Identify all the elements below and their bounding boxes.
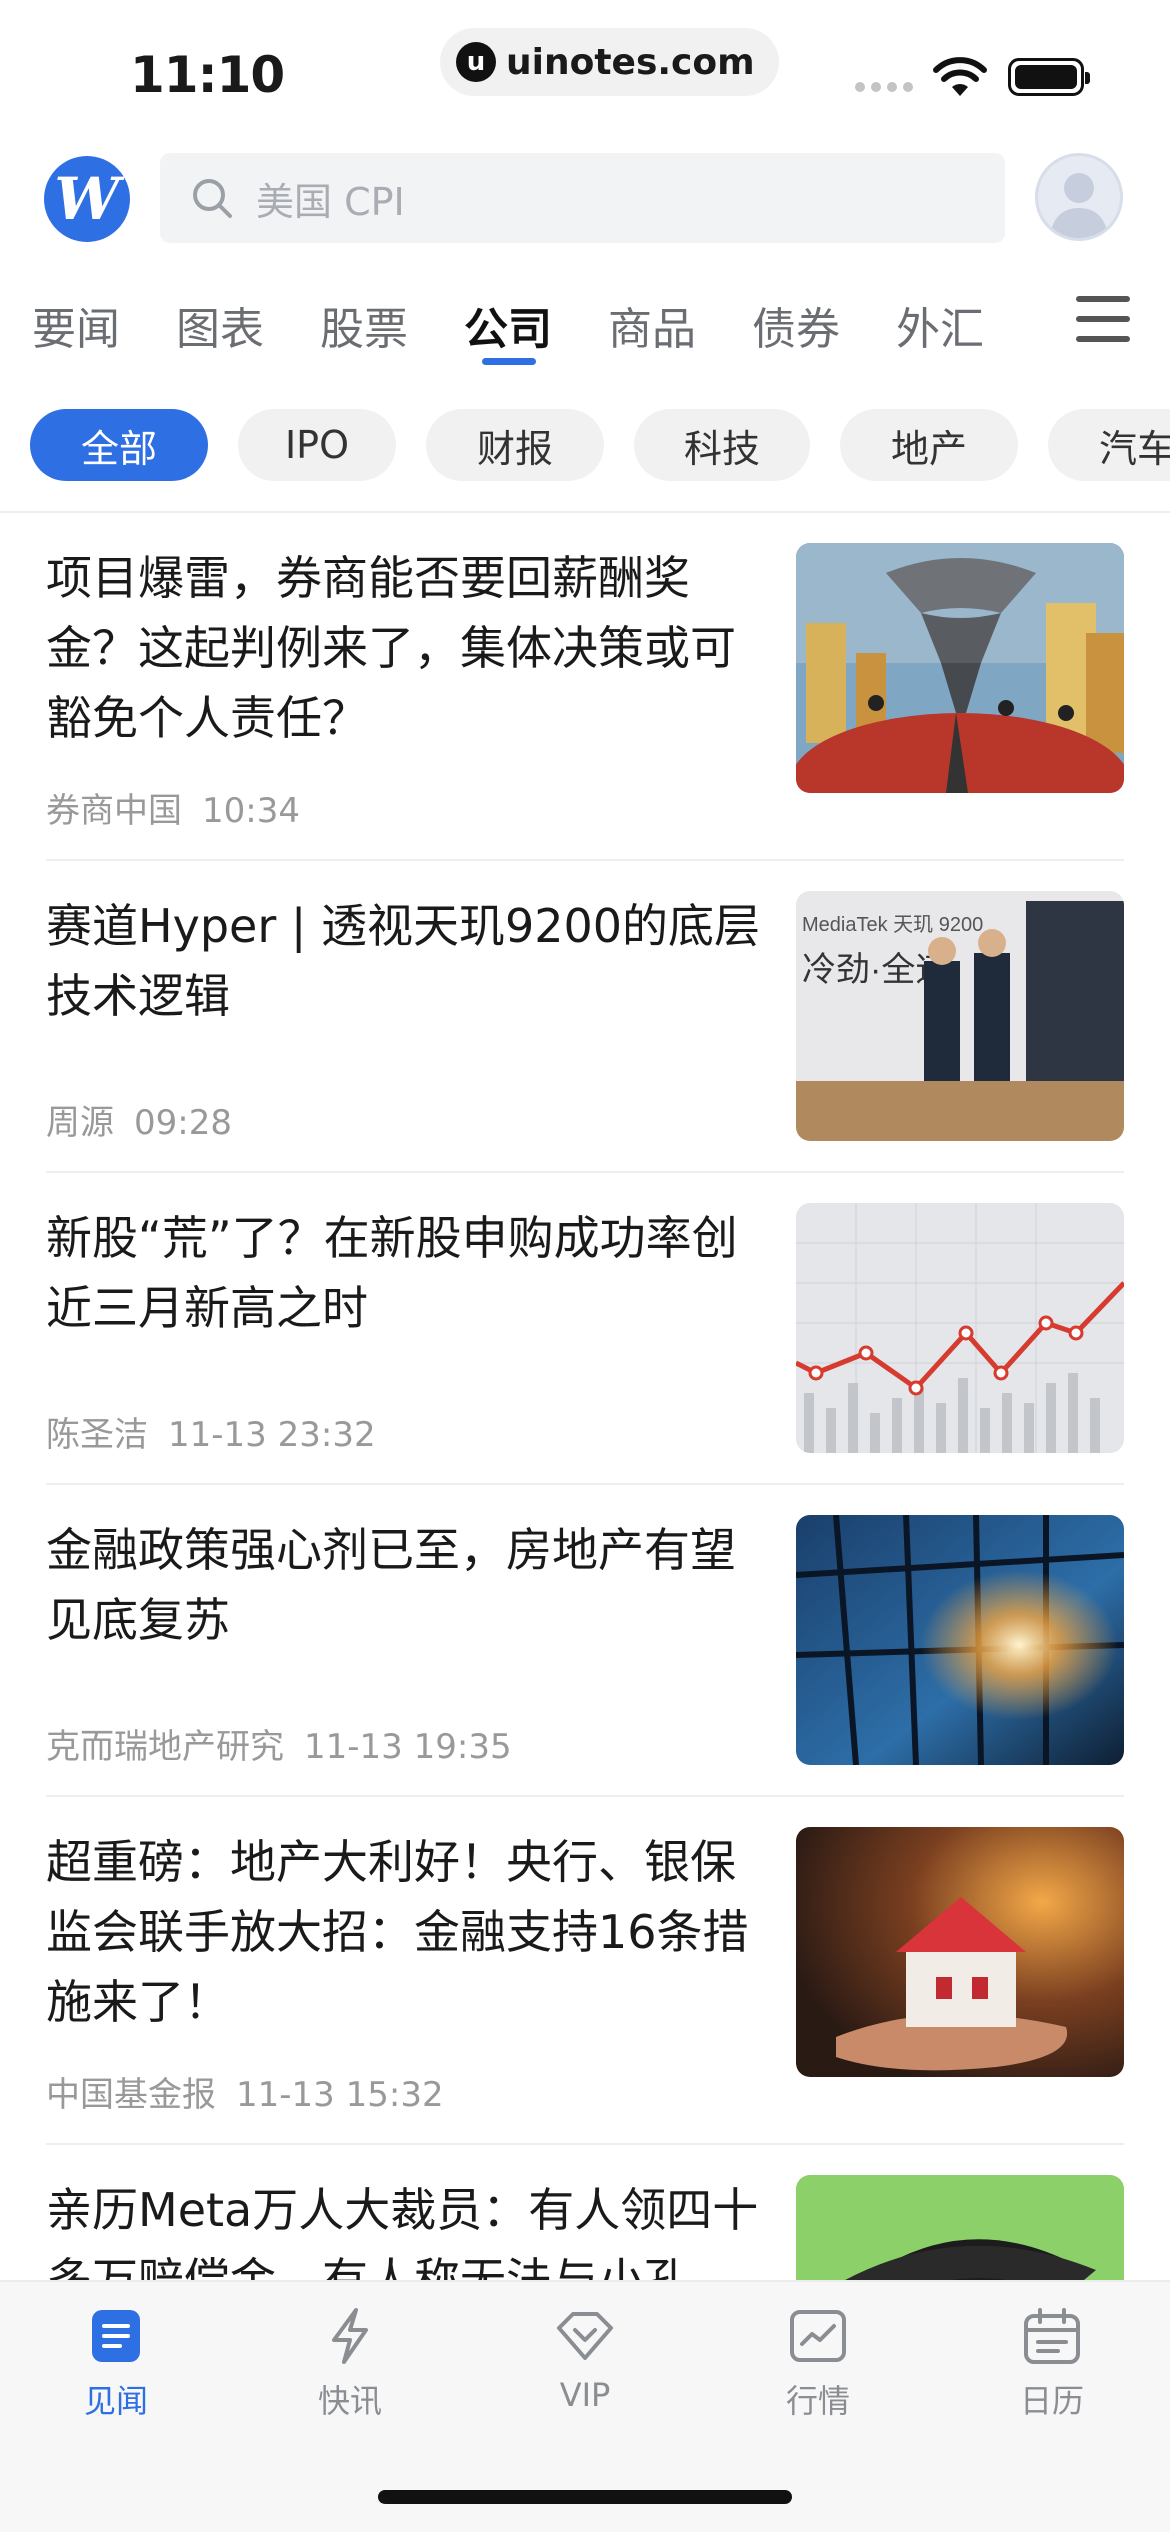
tab-waihui[interactable]: 外汇 xyxy=(896,293,984,357)
chip-tech[interactable]: 科技 xyxy=(634,409,810,481)
battery-icon xyxy=(1008,58,1090,96)
article-item[interactable]: 赛道Hyper | 透视天玑9200的底层技术逻辑 周源 09:28 MediaT… xyxy=(0,861,1170,1173)
menu-icon[interactable] xyxy=(1076,296,1130,342)
nav-vip[interactable]: VIP xyxy=(505,2306,665,2414)
tab-gupiao[interactable]: 股票 xyxy=(320,293,408,357)
url-pill: u uinotes.com xyxy=(440,28,779,96)
article-thumbnail xyxy=(796,2175,1124,2280)
chip-all[interactable]: 全部 xyxy=(30,409,208,481)
search-input[interactable]: 美国 CPI xyxy=(160,153,1005,243)
search-icon xyxy=(193,179,232,218)
article-thumbnail: MediaTek 天玑 9200 冷劲·全速 xyxy=(796,891,1124,1141)
lightning-icon xyxy=(332,2308,368,2364)
article-time: 09:28 xyxy=(134,1103,232,1143)
status-bar: 11:10 u uinotes.com xyxy=(0,0,1170,140)
signal-dots-icon xyxy=(855,82,913,92)
article-meta: 周源 09:28 xyxy=(46,1095,232,1144)
home-indicator[interactable] xyxy=(378,2490,792,2504)
nav-calendar[interactable]: 日历 xyxy=(972,2306,1132,2422)
article-time: 11-13 23:32 xyxy=(168,1415,376,1455)
status-time: 11:10 xyxy=(130,46,285,104)
article-title: 超重磅：地产大利好！央行、银保监会联手放大招：金融支持16条措施来了！ xyxy=(46,1835,749,2029)
tab-zhaiquan[interactable]: 债券 xyxy=(752,293,840,357)
market-chart-icon xyxy=(790,2310,846,2362)
site-logo-icon: u xyxy=(456,42,496,82)
article-time: 10:34 xyxy=(202,791,300,831)
active-tab-indicator xyxy=(482,358,536,365)
wifi-icon xyxy=(933,57,987,96)
chip-auto[interactable]: 汽车 xyxy=(1048,409,1170,481)
article-feed: 项目爆雷，券商能否要回薪酬奖金？这起判例来了，集体决策或可豁免个人责任？ 券商中… xyxy=(0,513,1170,2280)
url-text: uinotes.com xyxy=(506,41,755,83)
article-title: 赛道Hyper | 透视天玑9200的底层技术逻辑 xyxy=(46,899,761,1023)
category-tabs: 要闻 图表 股票 公司 商品 债券 外汇 xyxy=(0,285,1170,365)
nav-flash[interactable]: 快讯 xyxy=(270,2306,430,2422)
nav-label: 快讯 xyxy=(317,2382,382,2420)
news-doc-icon xyxy=(92,2310,140,2362)
article-meta: 券商中国 10:34 xyxy=(46,783,300,832)
article-source: 券商中国 xyxy=(46,791,182,831)
article-thumbnail xyxy=(796,543,1124,793)
article-item[interactable]: 项目爆雷，券商能否要回薪酬奖金？这起判例来了，集体决策或可豁免个人责任？ 券商中… xyxy=(0,513,1170,861)
tab-tubiao[interactable]: 图表 xyxy=(176,293,264,357)
article-source: 克而瑞地产研究 xyxy=(46,1727,284,1767)
article-item[interactable]: 亲历Meta万人大裁员：有人领四十多万赔偿金，有人称无法与小孔 xyxy=(0,2145,1170,2280)
chip-realestate[interactable]: 地产 xyxy=(840,409,1018,481)
app-logo-icon[interactable]: W xyxy=(44,156,130,242)
article-title: 亲历Meta万人大裁员：有人领四十多万赔偿金，有人称无法与小孔 xyxy=(46,2183,759,2280)
article-source: 陈圣洁 xyxy=(46,1415,148,1455)
tab-yaowen[interactable]: 要闻 xyxy=(32,293,120,357)
nav-market[interactable]: 行情 xyxy=(738,2306,898,2422)
article-item[interactable]: 金融政策强心剂已至，房地产有望见底复苏 克而瑞地产研究 11-13 19:35 xyxy=(0,1485,1170,1797)
article-item[interactable]: 新股“荒”了？在新股申购成功率创近三月新高之时 陈圣洁 11-13 23:32 xyxy=(0,1173,1170,1485)
article-meta: 陈圣洁 11-13 23:32 xyxy=(46,1407,376,1456)
nav-label: 行情 xyxy=(785,2382,850,2420)
chip-ipo[interactable]: IPO xyxy=(238,409,396,481)
article-item[interactable]: 超重磅：地产大利好！央行、银保监会联手放大招：金融支持16条措施来了！ 中国基金… xyxy=(0,1797,1170,2145)
article-time: 11-13 15:32 xyxy=(236,2075,444,2115)
article-meta: 克而瑞地产研究 11-13 19:35 xyxy=(46,1719,512,1768)
tab-gongsi[interactable]: 公司 xyxy=(464,293,552,357)
article-source: 周源 xyxy=(46,1103,114,1143)
nav-label: 日历 xyxy=(1019,2382,1084,2420)
article-thumbnail xyxy=(796,1827,1124,2077)
article-time: 11-13 19:35 xyxy=(304,1727,512,1767)
chip-earnings[interactable]: 财报 xyxy=(426,409,604,481)
article-title: 金融政策强心剂已至，房地产有望见底复苏 xyxy=(46,1523,736,1647)
nav-news[interactable]: 见闻 xyxy=(36,2306,196,2422)
article-thumbnail xyxy=(796,1515,1124,1765)
diamond-icon xyxy=(557,2312,613,2360)
article-title: 项目爆雷，券商能否要回薪酬奖金？这起判例来了，集体决策或可豁免个人责任？ xyxy=(46,551,736,745)
svg-text:MediaTek 天玑 9200: MediaTek 天玑 9200 xyxy=(802,914,983,936)
tab-shangpin[interactable]: 商品 xyxy=(608,293,696,357)
article-source: 中国基金报 xyxy=(46,2075,216,2115)
user-avatar-icon[interactable] xyxy=(1035,153,1123,241)
article-meta: 中国基金报 11-13 15:32 xyxy=(46,2067,444,2116)
article-thumbnail xyxy=(796,1203,1124,1453)
article-title: 新股“荒”了？在新股申购成功率创近三月新高之时 xyxy=(46,1211,738,1335)
calendar-icon xyxy=(1024,2308,1080,2364)
search-placeholder: 美国 CPI xyxy=(256,179,405,224)
nav-label: 见闻 xyxy=(83,2382,148,2420)
nav-label: VIP xyxy=(559,2376,611,2414)
